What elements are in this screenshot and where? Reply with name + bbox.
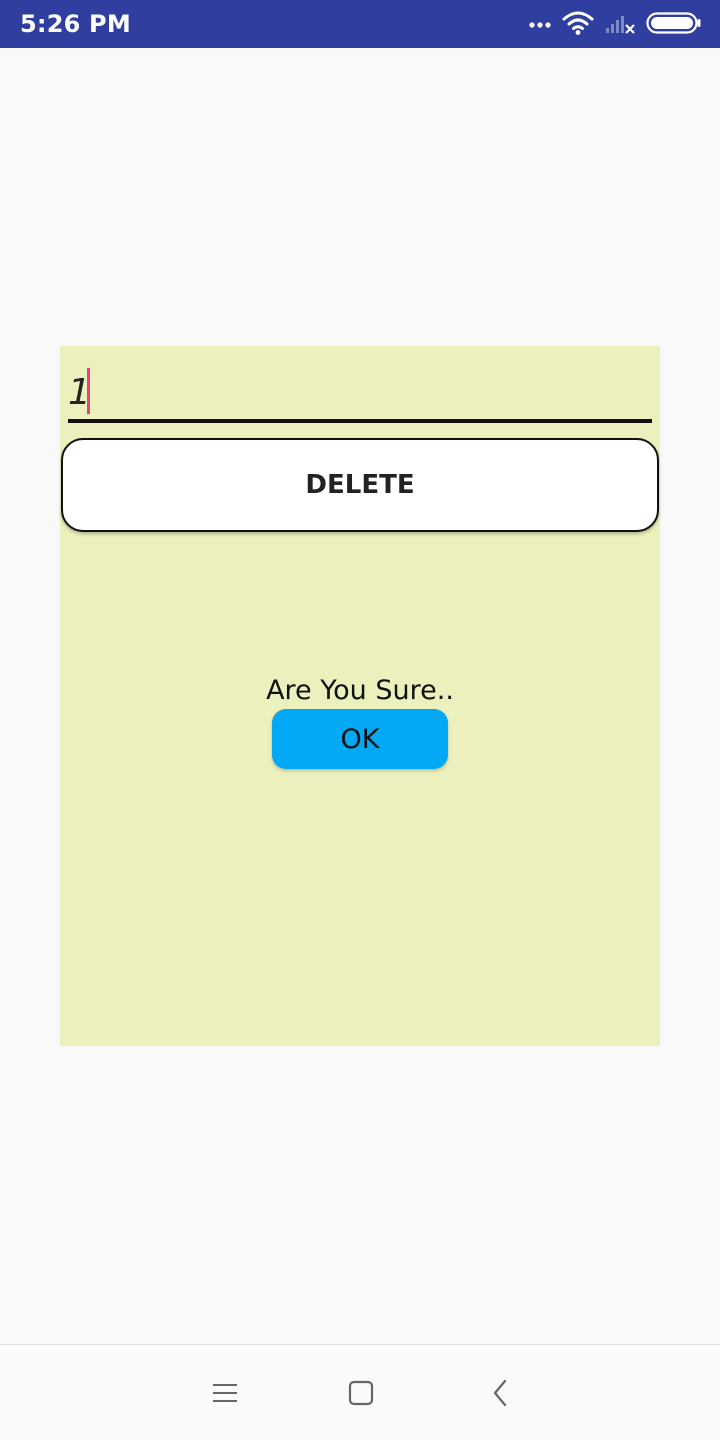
- no-signal-icon: [604, 11, 636, 40]
- delete-button[interactable]: DELETE: [61, 438, 659, 532]
- home-icon[interactable]: [341, 1373, 381, 1413]
- main-content: 1 DELETE Are You Sure.. OK: [0, 48, 720, 1344]
- navigation-bar: [0, 1344, 720, 1440]
- back-icon[interactable]: [480, 1373, 520, 1413]
- delete-panel: 1 DELETE Are You Sure.. OK: [60, 346, 660, 1046]
- wifi-icon: [562, 10, 594, 41]
- battery-icon: [646, 11, 702, 40]
- status-icons: [528, 10, 702, 40]
- ok-button[interactable]: OK: [272, 709, 448, 769]
- more-dots-icon: [528, 16, 552, 34]
- number-input[interactable]: 1: [68, 368, 652, 423]
- confirm-message: Are You Sure..: [266, 675, 454, 706]
- text-cursor: [87, 368, 90, 414]
- status-bar: 5:26 PM: [0, 0, 720, 48]
- menu-icon[interactable]: [205, 1373, 245, 1413]
- status-time: 5:26 PM: [20, 10, 131, 38]
